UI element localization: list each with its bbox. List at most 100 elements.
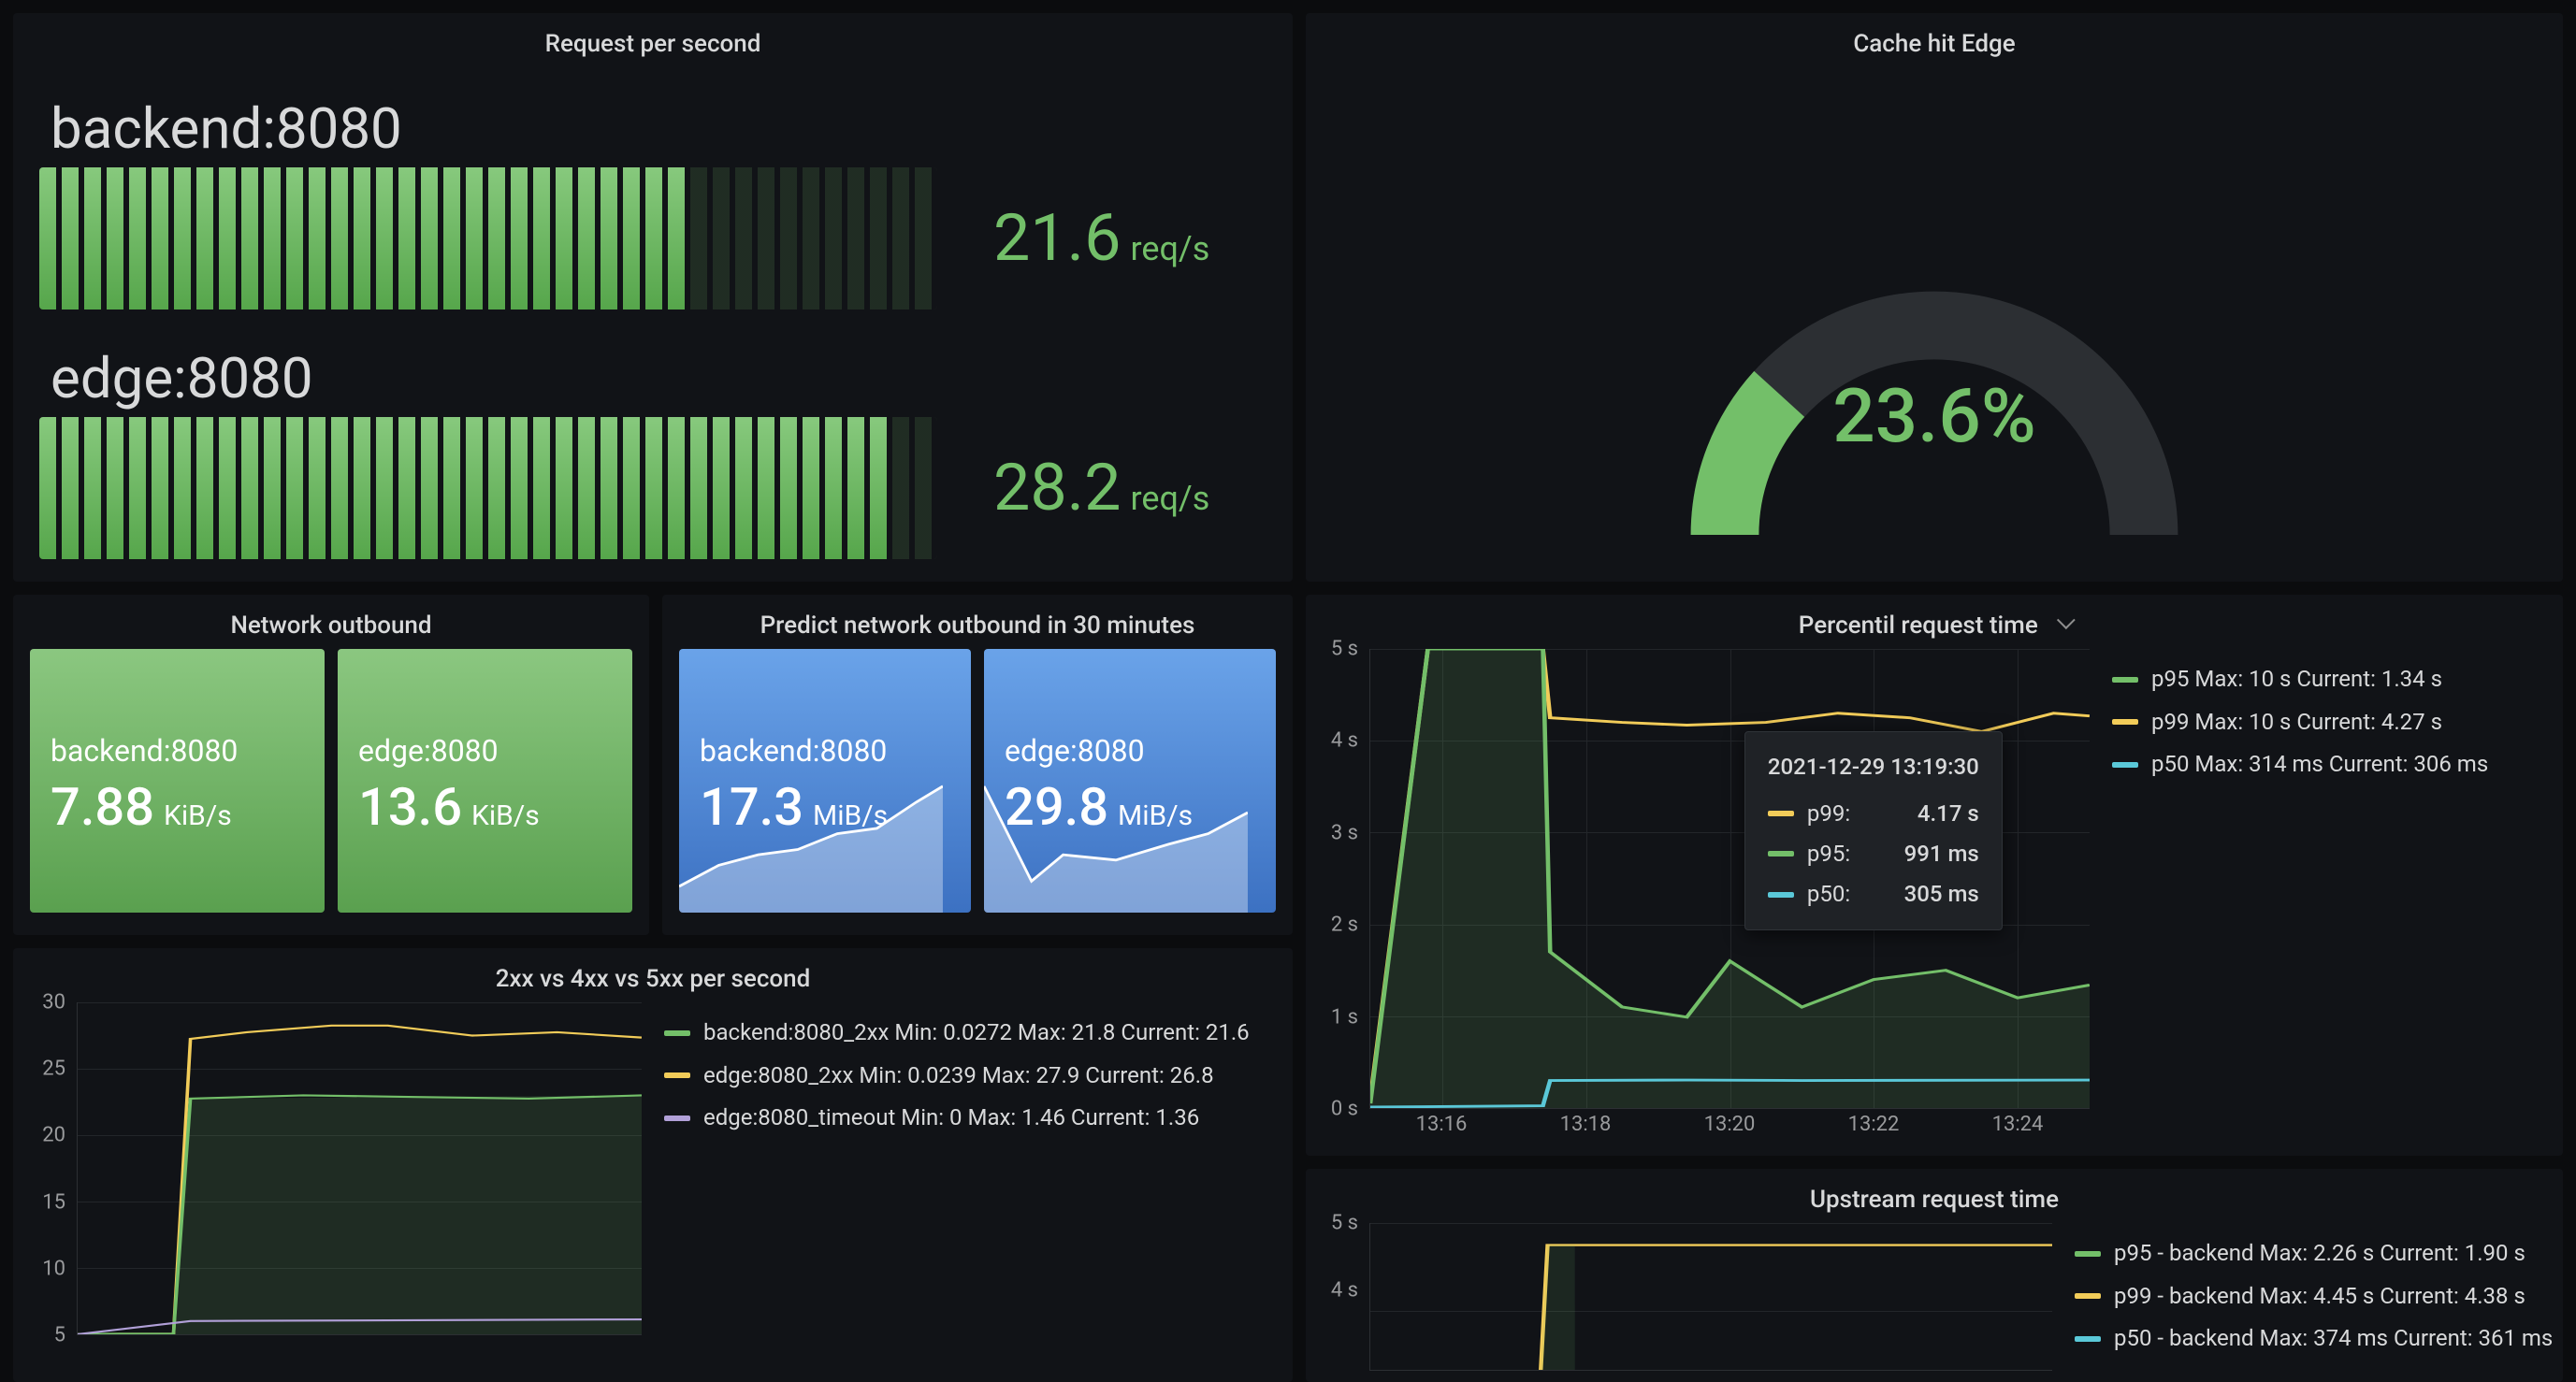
y-tick: 3 s (1331, 821, 1358, 844)
x-tick: 13:20 (1704, 1113, 1756, 1136)
cache-hit-edge-panel[interactable]: Cache hit Edge 23.6% (1306, 13, 2563, 582)
rps-value: 21.6 req/s (993, 200, 1209, 277)
legend-swatch (2112, 677, 2138, 683)
legend-item[interactable]: p99 - backend Max: 4.45 s Current: 4.38 … (2075, 1275, 2544, 1318)
tooltip-row: p50: 305 ms (1768, 874, 1979, 914)
tooltip-name: p50: (1807, 874, 1850, 914)
chart-legend: p95 - backend Max: 2.26 s Current: 1.90 … (2056, 1223, 2552, 1371)
status-codes-panel[interactable]: 2xx vs 4xx vs 5xx per second 30 25 20 15… (13, 948, 1293, 1382)
y-axis: 5 s 4 s (1313, 1223, 1366, 1335)
legend-item[interactable]: edge:8080_timeout Min: 0 Max: 1.46 Curre… (664, 1097, 1274, 1140)
legend-item[interactable]: p50 - backend Max: 374 ms Current: 361 m… (2075, 1317, 2544, 1360)
chart-plot[interactable]: 2021-12-29 13:19:30 p99: 4.17 s p95: 991… (1369, 649, 2090, 1109)
legend-text: edge:8080_timeout Min: 0 Max: 1.46 Curre… (703, 1097, 1199, 1140)
rps-row-edge: edge:8080 28.2 req/s (13, 317, 1293, 567)
legend-item[interactable]: p50 Max: 314 ms Current: 306 ms (2112, 743, 2544, 786)
stat-unit: MiB/s (813, 799, 888, 832)
rps-row-label: backend:8080 (39, 67, 1266, 167)
legend-item[interactable]: edge:8080_2xx Min: 0.0239 Max: 27.9 Curr… (664, 1055, 1274, 1098)
chart-series (78, 1002, 642, 1334)
legend-text: edge:8080_2xx Min: 0.0239 Max: 27.9 Curr… (703, 1055, 1214, 1098)
stat-label: backend:8080 (700, 733, 950, 769)
tooltip-row: p95: 991 ms (1768, 834, 1979, 874)
x-tick: 13:22 (1848, 1113, 1900, 1136)
request-per-second-panel[interactable]: Request per second backend:8080 21.6 req… (13, 13, 1293, 582)
legend-item[interactable]: p95 - backend Max: 2.26 s Current: 1.90 … (2075, 1232, 2544, 1275)
legend-text: p50 - backend Max: 374 ms Current: 361 m… (2114, 1317, 2553, 1360)
legend-text: p99 Max: 10 s Current: 4.27 s (2151, 701, 2442, 744)
rps-unit: req/s (1130, 229, 1209, 268)
stat-label: edge:8080 (1005, 733, 1255, 769)
rps-row-label: edge:8080 (39, 317, 1266, 417)
gauge-value: 23.6% (1832, 372, 2036, 460)
y-tick: 4 s (1331, 729, 1358, 753)
gauge: 23.6% (1306, 67, 2563, 563)
y-tick: 30 (42, 991, 65, 1015)
y-tick: 15 (42, 1190, 65, 1214)
stat-box-backend[interactable]: backend:8080 7.88 KiB/s (30, 649, 325, 913)
legend-swatch (664, 1030, 690, 1036)
stat-label: backend:8080 (51, 733, 304, 769)
legend-swatch (2112, 762, 2138, 768)
stat-value: 29.8 (1005, 776, 1108, 838)
chart-legend: backend:8080_2xx Min: 0.0272 Max: 21.8 C… (645, 1002, 1281, 1371)
legend-text: p50 Max: 314 ms Current: 306 ms (2151, 743, 2488, 786)
stat-box-backend[interactable]: backend:8080 17.3 MiB/s (679, 649, 971, 913)
panel-title-text: Percentil request time (1799, 612, 2038, 640)
tooltip-row: p99: 4.17 s (1768, 794, 1979, 834)
rps-bar (39, 167, 937, 310)
legend-text: p99 - backend Max: 4.45 s Current: 4.38 … (2114, 1275, 2525, 1318)
panel-title: 2xx vs 4xx vs 5xx per second (13, 948, 1293, 1002)
rps-number: 28.2 (993, 450, 1121, 526)
stat-unit: KiB/s (164, 799, 232, 832)
stat-box-edge[interactable]: edge:8080 29.8 MiB/s (984, 649, 1276, 913)
legend-swatch (1768, 851, 1794, 857)
upstream-request-time-panel[interactable]: Upstream request time 5 s 4 s p95 - back… (1306, 1169, 2563, 1382)
panel-title: Request per second (13, 13, 1293, 67)
legend-swatch (1768, 811, 1794, 816)
legend-text: backend:8080_2xx Min: 0.0272 Max: 21.8 C… (703, 1012, 1250, 1055)
legend-text: p95 - backend Max: 2.26 s Current: 1.90 … (2114, 1232, 2525, 1275)
chart-series (1370, 1223, 2052, 1370)
x-tick: 13:16 (1416, 1113, 1468, 1136)
chart-plot[interactable] (77, 1002, 642, 1335)
x-tick: 13:24 (1992, 1113, 2044, 1136)
y-tick: 5 (54, 1324, 65, 1347)
legend-item[interactable]: p99 Max: 10 s Current: 4.27 s (2112, 701, 2544, 744)
legend-swatch (664, 1116, 690, 1121)
y-tick: 20 (42, 1124, 65, 1147)
percentile-request-time-panel[interactable]: Percentil request time 5 s 4 s 3 s 2 s 1… (1306, 595, 2563, 1156)
y-tick: 2 s (1331, 914, 1358, 937)
tooltip-time: 2021-12-29 13:19:30 (1768, 747, 1979, 787)
chart-plot[interactable] (1369, 1223, 2052, 1371)
x-axis: 13:16 13:18 13:20 13:22 13:24 (1369, 1113, 2090, 1141)
chart-tooltip: 2021-12-29 13:19:30 p99: 4.17 s p95: 991… (1744, 731, 2003, 930)
y-tick: 0 s (1331, 1098, 1358, 1121)
stat-unit: KiB/s (471, 799, 540, 832)
legend-swatch (1768, 892, 1794, 898)
y-tick: 4 s (1331, 1279, 1358, 1303)
rps-value: 28.2 req/s (993, 450, 1209, 526)
rps-number: 21.6 (993, 200, 1121, 277)
legend-swatch (2112, 719, 2138, 725)
panel-title[interactable]: Percentil request time (1306, 595, 2563, 649)
panel-title: Cache hit Edge (1306, 13, 2563, 67)
y-tick: 25 (42, 1058, 65, 1081)
panel-title: Upstream request time (1306, 1169, 2563, 1223)
stat-value: 13.6 (358, 776, 462, 838)
tooltip-value: 4.17 s (1884, 794, 1979, 834)
legend-swatch (664, 1072, 690, 1078)
network-outbound-panel[interactable]: Network outbound backend:8080 7.88 KiB/s… (13, 595, 649, 935)
legend-item[interactable]: p95 Max: 10 s Current: 1.34 s (2112, 658, 2544, 701)
y-tick: 5 s (1331, 1212, 1358, 1235)
legend-text: p95 Max: 10 s Current: 1.34 s (2151, 658, 2442, 701)
legend-item[interactable]: backend:8080_2xx Min: 0.0272 Max: 21.8 C… (664, 1012, 1274, 1055)
y-axis: 30 25 20 15 10 5 (21, 1002, 73, 1335)
legend-swatch (2075, 1251, 2101, 1257)
predict-network-outbound-panel[interactable]: Predict network outbound in 30 minutes b… (662, 595, 1293, 935)
stat-value: 7.88 (51, 776, 154, 838)
stat-label: edge:8080 (358, 733, 612, 769)
y-tick: 10 (42, 1257, 65, 1280)
y-tick: 1 s (1331, 1005, 1358, 1029)
stat-box-edge[interactable]: edge:8080 13.6 KiB/s (338, 649, 632, 913)
